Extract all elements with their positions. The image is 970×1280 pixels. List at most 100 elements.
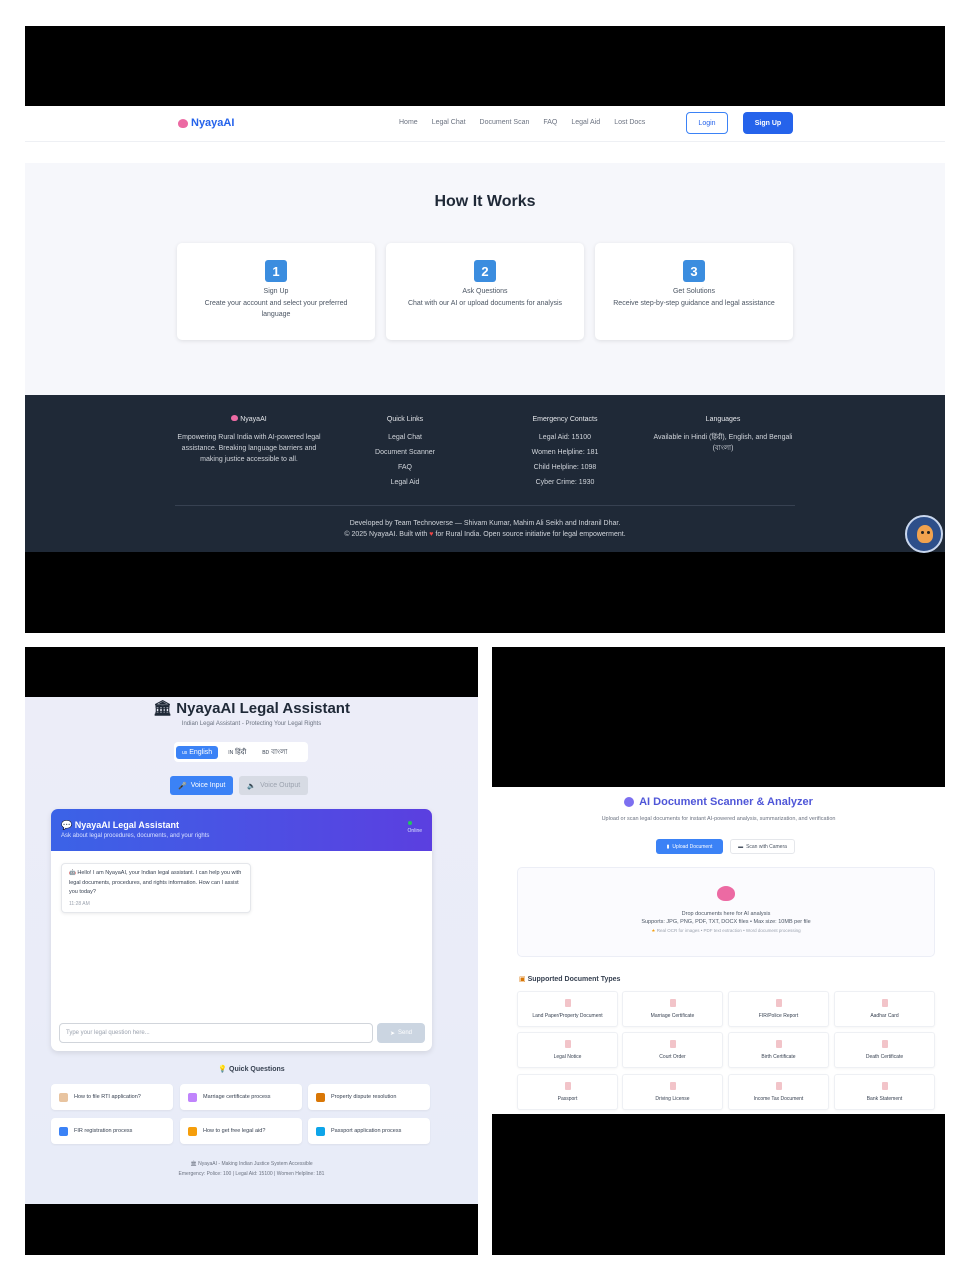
- chat-title: 💬 NyayaAI Legal Assistant: [61, 820, 179, 830]
- lightbulb-icon: 💡: [218, 1066, 228, 1073]
- assistant-page-subtitle: Indian Legal Assistant - Protecting Your…: [181, 721, 322, 727]
- doc-type-aadhar-card[interactable]: Aadhar Card: [834, 991, 935, 1027]
- quick-question-marriage[interactable]: Marriage certificate process: [180, 1084, 302, 1110]
- quick-question-legal-aid[interactable]: How to get free legal aid?: [180, 1118, 302, 1144]
- signup-button[interactable]: Sign Up: [743, 112, 793, 134]
- nav-home[interactable]: Home: [399, 119, 418, 126]
- legal-assistant-page: 🏛 NyayaAI Legal Assistant Indian Legal A…: [25, 697, 478, 1204]
- step-title: Get Solutions: [672, 288, 716, 295]
- nav-faq[interactable]: FAQ: [543, 119, 557, 126]
- emergency-child-helpline: Child Helpline: 1098: [533, 464, 597, 471]
- emergency-cyber-crime: Cyber Crime: 1930: [535, 479, 595, 486]
- document-scanner-page: AI Document Scanner & Analyzer Upload or…: [492, 787, 945, 1114]
- step-title: Ask Questions: [462, 288, 508, 295]
- quick-question-passport[interactable]: Passport application process: [308, 1118, 430, 1144]
- scales-icon: [188, 1126, 197, 1136]
- send-icon: ➤: [389, 1030, 395, 1037]
- logo-text: NyayaAI: [191, 117, 235, 129]
- step-description: Create your account and select your pref…: [204, 300, 348, 318]
- step-card-get-solutions: 3 Get Solutions Receive step-by-step gui…: [595, 243, 793, 340]
- footer-languages: Languages Available in Hindi (हिंदी), En…: [653, 414, 793, 454]
- document-icon: [775, 1040, 782, 1048]
- chat-window: 💬 NyayaAI Legal Assistant Ask about lega…: [51, 809, 432, 1051]
- assistant-footer-tagline: 🏛 NyayaAI - Making Indian Justice System…: [190, 1161, 313, 1167]
- doc-type-passport[interactable]: Passport: [517, 1074, 618, 1110]
- doc-type-fir-report[interactable]: FIR/Police Report: [728, 991, 829, 1027]
- footer-link-legal-chat[interactable]: Legal Chat: [355, 432, 455, 443]
- quick-question-fir[interactable]: FIR registration process: [51, 1118, 173, 1144]
- nav-lost-docs[interactable]: Lost Docs: [614, 119, 645, 126]
- scanner-title: AI Document Scanner & Analyzer: [492, 796, 945, 808]
- footer-brand-description: Empowering Rural India with AI-powered l…: [177, 434, 321, 463]
- step-card-sign-up: 1 Sign Up Create your account and select…: [177, 243, 375, 340]
- document-drop-zone[interactable]: Drop documents here for AI analysis Supp…: [517, 867, 935, 957]
- document-icon: [564, 1082, 571, 1090]
- step-description: Chat with our AI or upload documents for…: [407, 300, 563, 307]
- online-status-dot: [408, 821, 412, 825]
- login-button[interactable]: Login: [686, 112, 728, 134]
- footer-brand-column: NyayaAI Empowering Rural India with AI-p…: [175, 414, 323, 465]
- doc-type-legal-notice[interactable]: Legal Notice: [517, 1032, 618, 1068]
- microphone-icon: 🎤: [178, 782, 187, 790]
- nav-legal-chat[interactable]: Legal Chat: [432, 119, 466, 126]
- assistant-avatar-icon[interactable]: [905, 515, 943, 553]
- nav-links: Home Legal Chat Document Scan FAQ Legal …: [399, 119, 645, 126]
- send-button[interactable]: ➤ Send: [377, 1023, 425, 1043]
- assistant-message: 🤖 Hello! I am NyayaAI, your Indian legal…: [61, 863, 251, 913]
- upload-icon: ▮: [666, 843, 670, 850]
- doc-type-death-certificate[interactable]: Death Certificate: [834, 1032, 935, 1068]
- doc-type-income-tax[interactable]: Income Tax Document: [728, 1074, 829, 1110]
- drop-zone-features: ★ Real OCR for images • PDF text extract…: [651, 928, 801, 933]
- footer-credits: Developed by Team Technoverse — Shivam K…: [25, 518, 945, 540]
- footer-link-faq[interactable]: FAQ: [355, 462, 455, 473]
- assistant-page-title: 🏛 NyayaAI Legal Assistant: [153, 700, 350, 717]
- quick-questions-title: 💡 Quick Questions: [218, 1066, 285, 1073]
- voice-input-button[interactable]: 🎤 Voice Input: [170, 776, 234, 795]
- copyright: © 2025 NyayaAI. Built with ♥ for Rural I…: [344, 531, 626, 538]
- voice-output-button[interactable]: 🔈 Voice Output: [239, 776, 309, 795]
- document-icon: [775, 999, 782, 1007]
- languages-title: Languages: [705, 416, 741, 423]
- document-icon: [564, 1040, 571, 1048]
- doc-type-land-paper[interactable]: Land Paper/Property Document: [517, 991, 618, 1027]
- couple-icon: [188, 1092, 197, 1102]
- scanner-icon: [624, 797, 635, 807]
- how-it-works-title: How It Works: [434, 193, 536, 210]
- footer-brand: NyayaAI: [175, 414, 323, 425]
- drop-zone-title: Drop documents here for AI analysis: [681, 911, 771, 917]
- doc-type-driving-license[interactable]: Driving License: [622, 1074, 723, 1110]
- doc-type-marriage-certificate[interactable]: Marriage Certificate: [622, 991, 723, 1027]
- quick-question-property[interactable]: Property dispute resolution: [308, 1084, 430, 1110]
- doc-type-court-order[interactable]: Court Order: [622, 1032, 723, 1068]
- footer-link-legal-aid[interactable]: Legal Aid: [355, 477, 455, 488]
- nav-legal-aid[interactable]: Legal Aid: [571, 119, 600, 126]
- chat-input[interactable]: Type your legal question here...: [59, 1023, 373, 1043]
- emergency-women-helpline: Women Helpline: 181: [531, 449, 599, 456]
- doc-type-birth-certificate[interactable]: Birth Certificate: [728, 1032, 829, 1068]
- document-icon: [669, 1082, 676, 1090]
- footer-link-document-scanner[interactable]: Document Scanner: [355, 447, 455, 458]
- language-hindi[interactable]: IN हिंदी: [222, 745, 252, 760]
- top-navbar: NyayaAI Home Legal Chat Document Scan FA…: [25, 106, 945, 142]
- nav-document-scan[interactable]: Document Scan: [480, 119, 530, 126]
- step-number-badge: 3: [683, 260, 705, 282]
- clipboard-icon: ▣: [519, 976, 526, 983]
- nyayaai-logo[interactable]: NyayaAI: [178, 117, 234, 129]
- site-footer: NyayaAI Empowering Rural India with AI-p…: [25, 395, 945, 552]
- language-switcher: us English IN हिंदी BD বাংলা: [174, 742, 308, 762]
- quick-question-rti[interactable]: How to file RTI application?: [51, 1084, 173, 1110]
- language-english[interactable]: us English: [176, 745, 219, 759]
- upload-document-button[interactable]: ▮ Upload Document: [656, 839, 723, 854]
- scan-with-camera-button[interactable]: ▬ Scan with Camera: [730, 839, 795, 854]
- speaker-icon: 🔈: [247, 782, 257, 790]
- doc-type-bank-statement[interactable]: Bank Statement: [834, 1074, 935, 1110]
- brain-icon: [717, 886, 735, 901]
- brain-icon: [178, 118, 188, 128]
- assistant-footer-emergency: Emergency: Police: 100 | Legal Aid: 1510…: [178, 1171, 325, 1177]
- scanner-subtitle: Upload or scan legal documents for insta…: [601, 816, 836, 822]
- language-bengali[interactable]: BD বাংলা: [256, 743, 293, 761]
- document-icon: [881, 1082, 888, 1090]
- quick-links-title: Quick Links: [386, 416, 424, 423]
- footer-quick-links: Quick Links Legal Chat Document Scanner …: [355, 414, 455, 492]
- document-icon: [669, 999, 676, 1007]
